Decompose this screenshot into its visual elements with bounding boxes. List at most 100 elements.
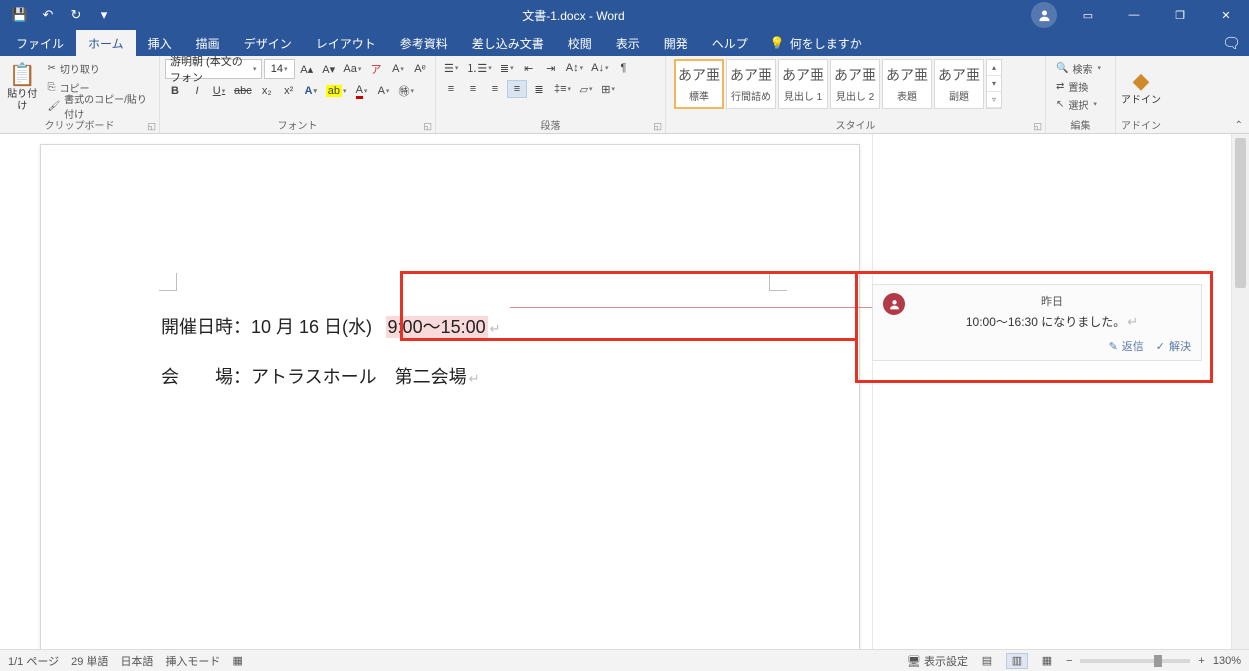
align-right-button[interactable]: ≡ — [485, 80, 505, 98]
sort-button[interactable]: A↓ — [588, 59, 611, 77]
bullets-button[interactable]: ☰ — [441, 59, 461, 77]
tab-file[interactable]: ファイル — [4, 30, 76, 56]
font-name-combo[interactable]: 游明朝 (本文のフォン — [165, 59, 262, 79]
distribute-button[interactable]: ≣ — [529, 80, 549, 98]
status-page[interactable]: 1/1 ページ — [8, 653, 59, 669]
share-button[interactable]: 🗨 — [1222, 34, 1241, 52]
enclose-chars-button[interactable]: ㊕ — [396, 82, 418, 100]
align-center-button[interactable]: ≡ — [463, 80, 483, 98]
account-icon[interactable] — [1031, 2, 1057, 28]
subscript-button[interactable]: x₂ — [257, 82, 277, 100]
zoom-out-button[interactable]: − — [1066, 655, 1072, 667]
strikethrough-button[interactable]: abc — [231, 82, 255, 100]
redo-button[interactable]: ↻ — [64, 3, 88, 27]
format-painter-button[interactable]: 🖌書式のコピー/貼り付け — [42, 97, 154, 115]
bold-button[interactable]: B — [165, 82, 185, 100]
save-button[interactable]: 💾 — [8, 3, 32, 27]
shading-button[interactable]: ▱ — [576, 80, 596, 98]
numbering-button[interactable]: ⒈☰ — [463, 59, 494, 77]
vertical-scrollbar[interactable] — [1231, 134, 1249, 649]
styles-launcher[interactable]: ◱ — [1033, 121, 1042, 132]
tab-references[interactable]: 参考資料 — [388, 30, 460, 56]
status-language[interactable]: 日本語 — [120, 653, 153, 669]
styles-scroll-down[interactable]: ▾ — [987, 76, 1001, 92]
status-word-count[interactable]: 29 単語 — [71, 653, 108, 669]
superscript-button[interactable]: x² — [279, 82, 299, 100]
status-macro-icon[interactable]: ▦ — [232, 654, 242, 667]
addin-button[interactable]: ◆アドイン — [1121, 59, 1161, 115]
select-button[interactable]: ↖選択 — [1051, 95, 1106, 113]
increase-indent-button[interactable]: ⇥ — [541, 59, 561, 77]
line-spacing-button[interactable]: ‡≡ — [551, 80, 574, 98]
status-insert-mode[interactable]: 挿入モード — [165, 653, 220, 669]
style-title[interactable]: あア亜表題 — [882, 59, 932, 109]
shrink-font-button[interactable]: A▾ — [319, 60, 339, 78]
zoom-level[interactable]: 130% — [1213, 655, 1241, 667]
underline-button[interactable]: U — [209, 82, 229, 100]
font-color-button[interactable]: A — [352, 82, 372, 100]
zoom-slider[interactable] — [1080, 659, 1190, 663]
view-web-layout[interactable]: ▦ — [1036, 653, 1058, 669]
view-print-layout[interactable]: ▥ — [1006, 653, 1028, 669]
zoom-slider-thumb[interactable] — [1154, 655, 1162, 667]
tab-developer[interactable]: 開発 — [652, 30, 700, 56]
ribbon-display-options[interactable]: ▭ — [1065, 0, 1111, 30]
styles-expand[interactable]: ▿ — [987, 92, 1001, 108]
tab-review[interactable]: 校閲 — [556, 30, 604, 56]
style-normal[interactable]: あア亜標準 — [674, 59, 724, 109]
show-marks-button[interactable]: ¶ — [614, 59, 634, 77]
zoom-in-button[interactable]: + — [1198, 655, 1204, 667]
style-heading1[interactable]: あア亜見出し 1 — [778, 59, 828, 109]
grow-font-button[interactable]: A▴ — [297, 60, 317, 78]
line-2[interactable]: 会 場：アトラスホール 第二会場↵ — [161, 363, 480, 389]
commented-text[interactable]: 9:00～15:00 — [386, 316, 488, 338]
change-case-button[interactable]: Aa — [341, 60, 364, 78]
clipboard-launcher[interactable]: ◱ — [147, 121, 156, 132]
clear-formatting-button[interactable]: Aᵉ — [410, 60, 430, 78]
comment-card[interactable]: 昨日 10:00～16:30 になりました。↵ ✎返信 ✓解決 — [872, 284, 1202, 361]
tab-home[interactable]: ホーム — [76, 30, 136, 56]
tell-me-search[interactable]: 💡 何をしますか — [770, 30, 862, 56]
font-size-combo[interactable]: 14 — [264, 59, 295, 79]
close-button[interactable]: ✕ — [1203, 0, 1249, 30]
font-launcher[interactable]: ◱ — [423, 121, 432, 132]
tab-mailings[interactable]: 差し込み文書 — [460, 30, 556, 56]
italic-button[interactable]: I — [187, 82, 207, 100]
style-subtitle[interactable]: あア亜副題 — [934, 59, 984, 109]
highlight-button[interactable]: ab — [323, 82, 350, 100]
tab-layout[interactable]: レイアウト — [304, 30, 388, 56]
style-heading2[interactable]: あア亜見出し 2 — [830, 59, 880, 109]
paste-button[interactable]: 📋 貼り付け — [5, 59, 39, 115]
align-left-button[interactable]: ≡ — [441, 80, 461, 98]
undo-button[interactable]: ↶ — [36, 3, 60, 27]
char-border-button[interactable]: A — [388, 60, 408, 78]
tab-view[interactable]: 表示 — [604, 30, 652, 56]
decrease-indent-button[interactable]: ⇤ — [519, 59, 539, 77]
text-effects-button[interactable]: A — [301, 82, 321, 100]
minimize-button[interactable]: — — [1111, 0, 1157, 30]
display-settings-button[interactable]: 🖥 表示設定 — [907, 653, 968, 669]
line-1[interactable]: 開催日時：10 月 16 日(水) 9:00～15:00↵ — [161, 313, 501, 339]
multilevel-list-button[interactable]: ≣ — [497, 59, 517, 77]
find-button[interactable]: 🔍検索 — [1051, 59, 1106, 77]
paragraph-launcher[interactable]: ◱ — [653, 121, 662, 132]
char-shading-button[interactable]: A — [374, 82, 394, 100]
tab-help[interactable]: ヘルプ — [700, 30, 760, 56]
text-direction-button[interactable]: A↕ — [563, 59, 586, 77]
comment-reply-button[interactable]: ✎返信 — [1109, 338, 1144, 354]
styles-scroll-up[interactable]: ▴ — [987, 60, 1001, 76]
style-no-spacing[interactable]: あア亜行間詰め — [726, 59, 776, 109]
justify-button[interactable]: ≡ — [507, 80, 527, 98]
replace-button[interactable]: ⇄置換 — [1051, 77, 1106, 95]
maximize-button[interactable]: ❐ — [1157, 0, 1203, 30]
document-page[interactable]: 開催日時：10 月 16 日(水) 9:00～15:00↵ 会 場：アトラスホー… — [40, 144, 860, 649]
view-read-mode[interactable]: ▤ — [976, 653, 998, 669]
collapse-ribbon-button[interactable]: ⌃ — [1235, 120, 1243, 131]
borders-button[interactable]: ⊞ — [598, 80, 618, 98]
qat-customize-button[interactable]: ▾ — [92, 3, 116, 27]
document-area[interactable]: 開催日時：10 月 16 日(水) 9:00～15:00↵ 会 場：アトラスホー… — [0, 134, 1231, 649]
cut-button[interactable]: ✂切り取り — [42, 59, 154, 77]
scrollbar-thumb[interactable] — [1235, 138, 1246, 288]
phonetic-guide-button[interactable]: ア — [366, 60, 386, 78]
comment-resolve-button[interactable]: ✓解決 — [1156, 338, 1191, 354]
